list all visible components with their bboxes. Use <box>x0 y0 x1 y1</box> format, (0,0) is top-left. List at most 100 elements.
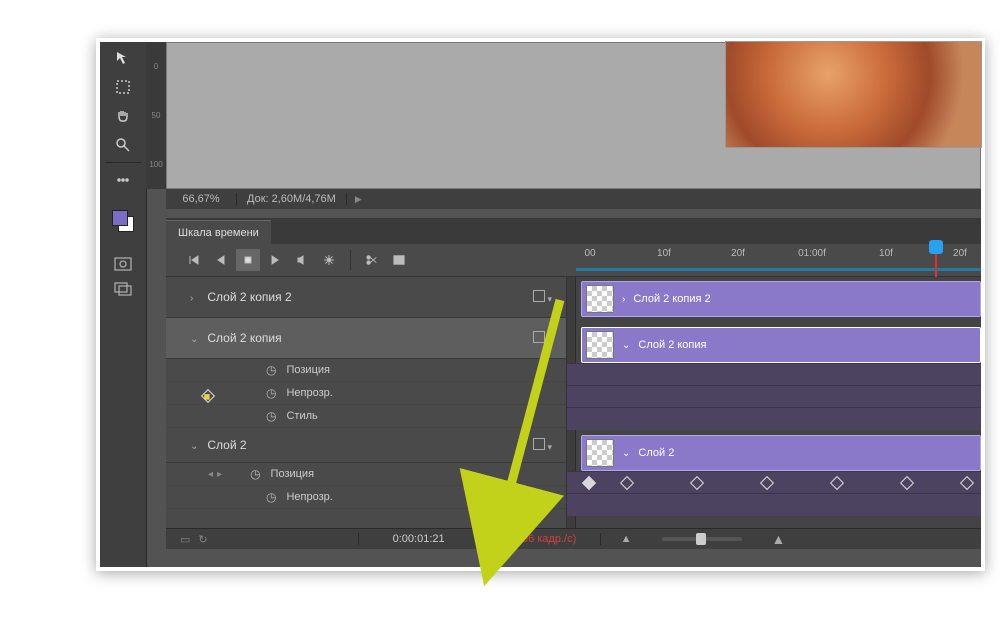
property-row-opacity[interactable]: ◷ Непрозр. <box>166 382 566 405</box>
clip-thumb <box>586 439 614 467</box>
expand-icon[interactable]: › <box>622 294 625 305</box>
settings-button[interactable] <box>317 249 341 271</box>
zoom-out-icon[interactable]: ▲ <box>621 533 632 545</box>
keyframe-icon[interactable] <box>900 476 914 490</box>
play-stop-button[interactable] <box>236 249 260 271</box>
transition-button[interactable] <box>387 249 411 271</box>
keyframe-icon[interactable] <box>690 476 704 490</box>
status-bar: 66,67% Док: 2,60M/4,76M ▶ <box>166 189 981 209</box>
slider-knob[interactable] <box>696 533 706 545</box>
marquee-tool[interactable] <box>110 74 136 100</box>
layer-row[interactable]: ⌄ Слой 2 ▾ <box>166 428 566 463</box>
timeline-zoom-slider[interactable] <box>662 537 742 541</box>
document-canvas[interactable] <box>166 42 981 189</box>
collapse-icon[interactable]: ⌄ <box>622 340 630 351</box>
keyframe-icon[interactable] <box>582 476 596 490</box>
ruler-tick: 10f <box>879 248 893 259</box>
layer-list: › Слой 2 копия 2 ▾ ⌄ Слой 2 копия ▾ ◷Поз… <box>166 277 567 528</box>
current-timecode[interactable]: 0:00:01:21 <box>358 533 480 545</box>
split-clip-button[interactable] <box>360 249 384 271</box>
stopwatch-icon[interactable]: ◷ <box>266 386 276 400</box>
hand-tool[interactable] <box>110 103 136 129</box>
mute-button[interactable] <box>290 249 314 271</box>
keyframe-icon[interactable] <box>830 476 844 490</box>
chevron-down-icon[interactable]: ▾ <box>547 335 552 345</box>
playhead[interactable] <box>929 240 943 254</box>
film-icon[interactable] <box>533 438 545 450</box>
property-label: Непрозр. <box>286 491 332 503</box>
chevron-down-icon[interactable]: ▾ <box>547 442 552 452</box>
ruler-tick: 10f <box>657 248 671 259</box>
timeline-tracks[interactable]: › Слой 2 копия 2 ⌄ Слой 2 копия ⌄ С <box>567 277 981 528</box>
chevron-down-icon[interactable]: ▾ <box>547 294 552 304</box>
stopwatch-icon[interactable]: ◷ <box>250 467 260 481</box>
layer-name: Слой 2 <box>207 438 246 452</box>
keyframe-track[interactable] <box>567 493 981 516</box>
panel-icon-1[interactable] <box>110 253 136 275</box>
ruler-tick: 01:00f <box>798 248 826 259</box>
keyframe-track[interactable] <box>567 471 981 494</box>
stopwatch-icon[interactable]: ◷ <box>266 409 276 423</box>
footer-icon[interactable]: ↻ <box>198 533 207 546</box>
time-ruler[interactable]: 00 10f 20f 01:00f 10f 20f <box>566 244 981 276</box>
timeline-panel: 00 10f 20f 01:00f 10f 20f › Слой 2 копия… <box>166 244 981 547</box>
property-row-opacity[interactable]: ◷ Непрозр. <box>166 486 566 509</box>
property-row-position[interactable]: ◷Позиция <box>166 359 566 382</box>
move-tool[interactable] <box>110 45 136 71</box>
edit-toolbar-button[interactable] <box>110 167 136 193</box>
next-frame-button[interactable] <box>263 249 287 271</box>
ruler-tick: 00 <box>584 248 595 259</box>
clip-thumb <box>586 285 614 313</box>
status-chevron-icon[interactable]: ▶ <box>347 194 370 205</box>
canvas-image-content <box>726 42 981 147</box>
expand-icon[interactable]: › <box>190 293 204 304</box>
timeline-footer: ▭ ↻ 0:00:01:21 (06,06 кадр./с) ▲ ▲ <box>166 528 981 549</box>
frame-rate[interactable]: (06,06 кадр./с) <box>480 533 601 545</box>
clip-label: Слой 2 копия 2 <box>633 293 710 305</box>
tool-strip <box>100 42 147 567</box>
zoom-tool[interactable] <box>110 132 136 158</box>
timeline-tab[interactable]: Шкала времени <box>166 220 271 244</box>
go-to-first-frame-button[interactable] <box>182 249 206 271</box>
panel-icon-2[interactable] <box>110 278 136 300</box>
ruler-tick: 20f <box>953 248 967 259</box>
collapse-icon[interactable]: ⌄ <box>190 334 204 345</box>
foreground-color-swatch[interactable] <box>112 210 128 226</box>
layer-name: Слой 2 копия <box>207 331 281 345</box>
keyframe-icon[interactable] <box>620 476 634 490</box>
document-size[interactable]: Док: 2,60M/4,76M <box>237 193 347 205</box>
collapse-icon[interactable]: ⌄ <box>622 448 630 459</box>
stopwatch-icon[interactable]: ◷ <box>266 363 276 377</box>
property-row-position[interactable]: ◂◆▸ ◷ Позиция <box>166 463 566 486</box>
property-label: Непрозр. <box>286 387 332 399</box>
keyframe-track[interactable] <box>567 363 981 386</box>
work-area-bar[interactable] <box>576 268 981 271</box>
property-row-style[interactable]: ◷ Стиль <box>166 405 566 428</box>
film-icon[interactable] <box>533 331 545 343</box>
layer-row[interactable]: › Слой 2 копия 2 ▾ <box>166 277 566 318</box>
prev-frame-button[interactable] <box>209 249 233 271</box>
keyframe-icon[interactable] <box>960 476 974 490</box>
keyframe-track[interactable] <box>567 385 981 408</box>
keyframe-track[interactable] <box>567 407 981 430</box>
stopwatch-icon[interactable]: ◷ <box>266 490 276 504</box>
zoom-in-icon[interactable]: ▲ <box>772 531 786 547</box>
layer-row[interactable]: ⌄ Слой 2 копия ▾ <box>166 318 566 359</box>
keyframe-nav[interactable]: ◂◆▸ <box>208 469 222 480</box>
zoom-level[interactable]: 66,67% <box>166 193 237 205</box>
vertical-ruler: 050100 <box>146 42 166 189</box>
clip[interactable]: ⌄ Слой 2 копия <box>581 327 981 363</box>
clip-label: Слой 2 <box>638 447 674 459</box>
color-swatches[interactable] <box>112 210 134 232</box>
clip-thumb <box>586 331 614 359</box>
film-icon[interactable] <box>533 290 545 302</box>
keyframe-icon[interactable] <box>760 476 774 490</box>
footer-icon[interactable]: ▭ <box>180 533 190 546</box>
layer-name: Слой 2 копия 2 <box>207 290 291 304</box>
property-label: Стиль <box>286 410 317 422</box>
clip[interactable]: › Слой 2 копия 2 <box>581 281 981 317</box>
app-window: 050100 66,67% Док: 2,60M/4,76M ▶ Шкала в… <box>100 42 981 567</box>
clip[interactable]: ⌄ Слой 2 <box>581 435 981 471</box>
property-label: Позиция <box>271 468 315 480</box>
collapse-icon[interactable]: ⌄ <box>190 441 204 452</box>
